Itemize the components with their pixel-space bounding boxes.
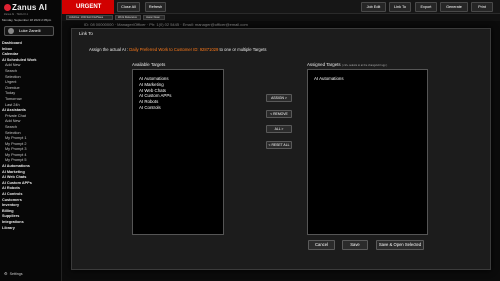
available-target-item[interactable]: AI Controls bbox=[133, 105, 223, 111]
urgent-button[interactable]: URGENT bbox=[62, 0, 114, 14]
job-edit-button[interactable]: Job Edit bbox=[361, 2, 386, 12]
assigned-target-item[interactable]: AI Automations bbox=[308, 76, 427, 82]
generate-button[interactable]: Generate bbox=[440, 2, 468, 12]
sidebar-nav: Dashboard Inbox Calendar AI Scheduled Work A… bbox=[2, 41, 60, 231]
sidebar-item-library[interactable]: Library bbox=[2, 226, 60, 232]
assign-instruction: Assign the actual AI : Daily Preferred W… bbox=[89, 47, 266, 52]
user-name: Luke Zanelli bbox=[19, 28, 41, 33]
tab-jobs-due[interactable]: JobsDue: 1023 EH 0/12/Save bbox=[66, 15, 113, 20]
current-date: Monday, September 18 2023 2:05pm bbox=[2, 18, 52, 22]
cancel-button[interactable]: Cancel bbox=[308, 240, 335, 250]
instruction-prefix: Assign the actual AI : bbox=[89, 47, 130, 52]
link-to-button[interactable]: Link To bbox=[389, 2, 411, 12]
brand-name: Zanus AI bbox=[12, 3, 48, 12]
tab-jason-dean[interactable]: Jason Dean bbox=[143, 15, 165, 20]
settings-label: Settings bbox=[9, 272, 23, 276]
sidebar: Zanus AI Zanus AI · TECH 0.1 Monday, Sep… bbox=[0, 0, 62, 281]
user-button[interactable]: Luke Zanelli bbox=[4, 26, 54, 36]
assigned-targets-label: Assigned Targets ( ctrl+ selects to at t… bbox=[307, 62, 387, 67]
available-targets-list[interactable]: AI Automations AI Marketing AI Web Chats AI… bbox=[132, 69, 224, 235]
reset-all-button[interactable]: < RESET ALL bbox=[266, 141, 292, 149]
document-tabs: JobsDue: 1023 EH 0/12/Save Work Relevanc… bbox=[62, 14, 500, 21]
close-all-button[interactable]: Close All bbox=[117, 2, 140, 12]
available-targets-label: Available Targets bbox=[132, 62, 166, 67]
logo-icon bbox=[4, 4, 11, 11]
brand-subtitle: Zanus AI · TECH 0.1 bbox=[4, 13, 28, 16]
avatar bbox=[8, 28, 14, 34]
save-button[interactable]: Save bbox=[342, 240, 368, 250]
top-toolbar: URGENT Close All Refresh Job Edit Link T… bbox=[62, 0, 500, 14]
assigned-hint: ( ctrl+ selects to at the change\ctrl sg… bbox=[341, 64, 388, 67]
tab-work-relevance[interactable]: Work Relevance bbox=[115, 15, 141, 20]
assign-button[interactable]: ASSIGN > bbox=[266, 94, 292, 102]
link-to-dialog: Link To Assign the actual AI : Daily Pre… bbox=[71, 28, 491, 270]
record-info: ID: 08 00000000 · Manager/Officer · Ph: … bbox=[84, 22, 248, 27]
assigned-label-text: Assigned Targets bbox=[307, 62, 341, 67]
settings-link[interactable]: ⚙ Settings bbox=[4, 271, 23, 276]
assigned-targets-list[interactable]: AI Automations bbox=[307, 69, 428, 235]
refresh-button[interactable]: Refresh bbox=[145, 2, 166, 12]
export-button[interactable]: Export bbox=[415, 2, 437, 12]
remove-button[interactable]: < REMOVE bbox=[266, 110, 292, 118]
all-button[interactable]: ALL > bbox=[266, 125, 292, 133]
app-root: Zanus AI Zanus AI · TECH 0.1 Monday, Sep… bbox=[0, 0, 500, 281]
instruction-suffix: to one or multiple Targets bbox=[218, 47, 267, 52]
gear-icon: ⚙ bbox=[4, 271, 8, 276]
instruction-highlight: Daily Preferred Work to Customer ID: 928… bbox=[129, 47, 219, 52]
save-open-selected-button[interactable]: Save & Open Selected bbox=[376, 240, 424, 250]
logo: Zanus AI bbox=[4, 3, 47, 12]
print-button[interactable]: Print bbox=[471, 2, 493, 12]
dialog-title: Link To bbox=[79, 31, 93, 36]
